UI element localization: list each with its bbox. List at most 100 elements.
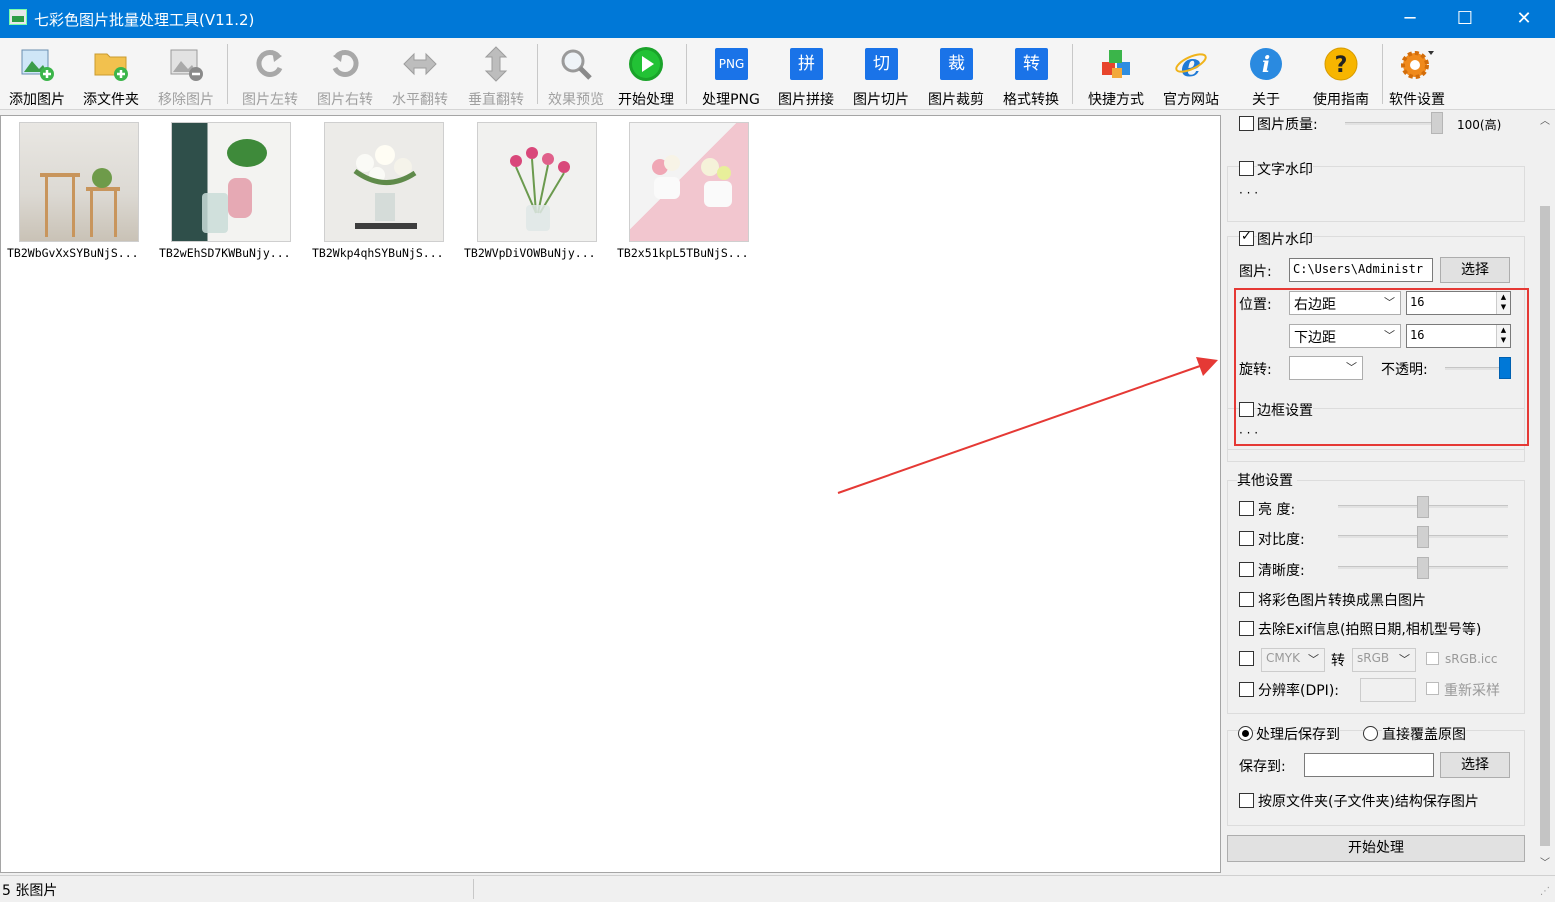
add-folder-button[interactable]: 添文件夹 — [74, 42, 148, 108]
text-watermark-more[interactable]: · · · — [1239, 186, 1258, 200]
preview-button[interactable]: 效果预览 — [539, 42, 613, 108]
slice-button[interactable]: 切 图片切片 — [844, 42, 918, 108]
image-filename: TB2Wkp4qhSYBuNjS... — [312, 246, 444, 260]
watermark-choose-button[interactable]: 选择 — [1440, 257, 1510, 283]
convert-label: 格式转换 — [1003, 92, 1059, 108]
about-label: 关于 — [1252, 92, 1280, 108]
process-png-button[interactable]: PNG 处理PNG — [694, 42, 768, 108]
image-thumbnail[interactable] — [324, 122, 444, 242]
crop-label: 图片裁剪 — [928, 92, 984, 108]
convert-to-label: 转 — [1331, 653, 1345, 669]
website-button[interactable]: e 官方网站 — [1154, 42, 1228, 108]
remove-image-button[interactable]: 移除图片 — [149, 42, 223, 108]
highlight-box — [1234, 288, 1529, 446]
start-processing-panel-button[interactable]: 开始处理 — [1227, 835, 1525, 862]
keep-structure-checkbox[interactable] — [1239, 793, 1254, 808]
toolbar-separator — [227, 44, 228, 104]
remove-exif-checkbox[interactable] — [1239, 621, 1254, 636]
brightness-slider-thumb[interactable] — [1417, 496, 1429, 518]
target-colorspace-select[interactable]: sRGB ﹀ — [1352, 648, 1416, 672]
svg-text:i: i — [1262, 52, 1270, 78]
remove-image-label: 移除图片 — [158, 92, 214, 108]
remove-image-icon — [170, 49, 203, 81]
contrast-slider-thumb[interactable] — [1417, 526, 1429, 548]
gear-icon — [1401, 51, 1434, 79]
overwrite-option-label: 直接覆盖原图 — [1382, 724, 1466, 744]
stitch-button[interactable]: 拼 图片拼接 — [769, 42, 843, 108]
contrast-checkbox[interactable] — [1239, 531, 1254, 546]
resize-grip-icon[interactable]: ⋰ — [1540, 886, 1550, 897]
source-colorspace-select[interactable]: CMYK ﹀ — [1261, 648, 1325, 672]
dpi-input[interactable] — [1360, 678, 1416, 702]
image-thumbnail[interactable] — [477, 122, 597, 242]
scroll-down-icon[interactable]: ﹀ — [1540, 854, 1550, 869]
sharpness-checkbox[interactable] — [1239, 562, 1254, 577]
about-button[interactable]: i 关于 — [1229, 42, 1303, 108]
brightness-checkbox[interactable] — [1239, 501, 1254, 516]
watermark-image-path-input[interactable]: C:\Users\Administr — [1289, 258, 1433, 282]
source-colorspace-value: CMYK — [1266, 651, 1300, 665]
save-choose-button[interactable]: 选择 — [1440, 752, 1510, 778]
close-button[interactable]: ✕ — [1495, 0, 1553, 38]
scroll-up-icon[interactable]: ︿ — [1540, 112, 1550, 127]
quality-checkbox[interactable] — [1239, 116, 1254, 131]
srgb-icc-checkbox[interactable] — [1426, 652, 1439, 665]
shortcut-button[interactable]: 快捷方式 — [1079, 42, 1153, 108]
settings-button[interactable]: 软件设置 — [1380, 42, 1454, 108]
flip-horizontal-label: 水平翻转 — [392, 92, 448, 108]
stitch-label: 图片拼接 — [778, 92, 834, 108]
guide-label: 使用指南 — [1313, 92, 1369, 108]
svg-text:e: e — [1181, 46, 1201, 82]
overwrite-radio[interactable] — [1363, 726, 1378, 741]
start-processing-label: 开始处理 — [618, 92, 674, 108]
grayscale-checkbox[interactable] — [1239, 592, 1254, 607]
crop-button[interactable]: 裁 图片裁剪 — [919, 42, 993, 108]
image-list[interactable]: TB2WbGvXxSYBuNjS... TB2wEhSD7KWBuNjy... … — [0, 115, 1221, 873]
rotate-right-label: 图片右转 — [317, 92, 373, 108]
settings-label: 软件设置 — [1389, 92, 1445, 108]
rotate-left-button[interactable]: 图片左转 — [233, 42, 307, 108]
toolbar: 添加图片 添文件夹 移除图片 图片左转 图片右转 水平翻转 垂直翻转 效果预览 … — [0, 38, 1555, 110]
other-settings-title: 其他设置 — [1237, 470, 1297, 490]
image-watermark-checkbox[interactable] — [1239, 229, 1254, 246]
image-thumbnail[interactable] — [19, 122, 139, 242]
process-png-label: 处理PNG — [702, 92, 760, 108]
preview-label: 效果预览 — [548, 92, 604, 108]
resample-checkbox[interactable] — [1426, 682, 1439, 695]
png-icon: PNG — [715, 48, 748, 80]
save-to-radio[interactable] — [1238, 726, 1253, 741]
text-watermark-checkbox[interactable] — [1239, 161, 1254, 176]
guide-button[interactable]: ? 使用指南 — [1304, 42, 1378, 108]
minimize-button[interactable]: ─ — [1381, 0, 1439, 38]
panel-scrollbar[interactable]: ︿ ﹀ — [1535, 110, 1555, 875]
image-thumbnail[interactable] — [171, 122, 291, 242]
tulips-photo-icon — [510, 147, 570, 231]
save-group — [1227, 730, 1525, 826]
scrollbar-thumb[interactable] — [1540, 206, 1550, 846]
dpi-checkbox[interactable] — [1239, 682, 1254, 697]
target-colorspace-value: sRGB — [1357, 651, 1390, 665]
help-icon: ? — [1324, 47, 1358, 81]
table-photo-icon — [40, 168, 120, 237]
sharpness-slider-thumb[interactable] — [1417, 557, 1429, 579]
color-convert-checkbox[interactable] — [1239, 651, 1254, 666]
save-path-input[interactable] — [1304, 753, 1434, 777]
add-image-button[interactable]: 添加图片 — [0, 42, 74, 108]
slice-icon: 切 — [865, 48, 898, 80]
quality-value: 100(高) — [1457, 118, 1502, 132]
start-processing-button[interactable]: 开始处理 — [609, 42, 683, 108]
convert-button[interactable]: 转 格式转换 — [994, 42, 1068, 108]
website-label: 官方网站 — [1163, 92, 1219, 108]
quality-slider-track[interactable] — [1345, 122, 1441, 125]
rotate-right-button[interactable]: 图片右转 — [308, 42, 382, 108]
flip-vertical-button[interactable]: 垂直翻转 — [459, 42, 533, 108]
image-filename: TB2WVpDiVOWBuNjy... — [464, 246, 596, 260]
app-icon — [9, 9, 27, 25]
rotate-right-icon — [332, 50, 359, 77]
image-watermark-label: 图片水印 — [1257, 229, 1313, 249]
quality-slider-thumb[interactable] — [1431, 112, 1443, 134]
add-image-label: 添加图片 — [9, 92, 65, 108]
image-thumbnail[interactable] — [629, 122, 749, 242]
flip-horizontal-button[interactable]: 水平翻转 — [383, 42, 457, 108]
maximize-button[interactable]: ☐ — [1436, 0, 1494, 38]
